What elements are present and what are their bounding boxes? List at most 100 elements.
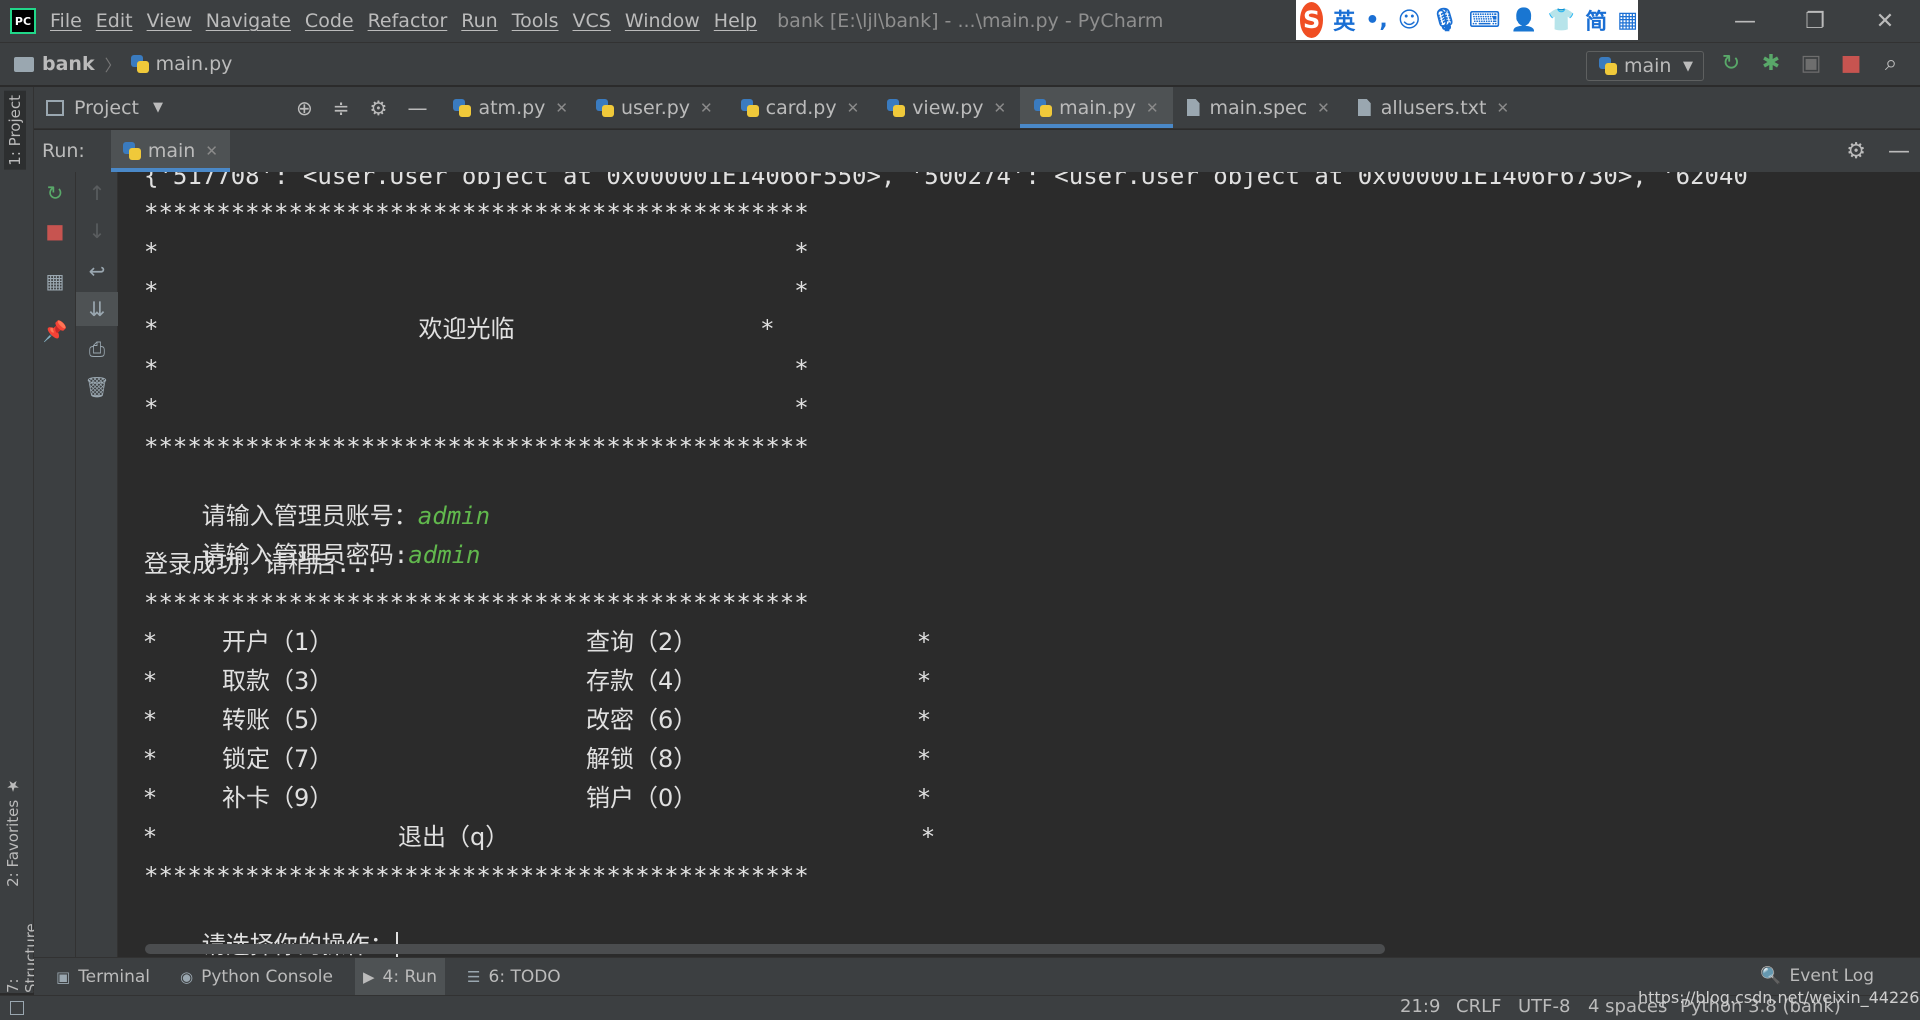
run-tab-main[interactable]: main ✕ <box>110 130 230 172</box>
python-file-icon <box>1034 98 1053 117</box>
event-log-button[interactable]: 🔍 Event Log <box>1760 966 1874 986</box>
menu-bar: File Edit View Navigate Code Refactor Ru… <box>50 10 771 32</box>
rerun-icon[interactable]: ↻ <box>1720 51 1742 76</box>
console-star-border: ****************************************… <box>144 199 809 227</box>
tab-todo[interactable]: ☰ 6: TODO <box>459 958 569 996</box>
restore-layout-icon[interactable]: ▦ <box>34 264 76 298</box>
search-icon[interactable]: ⌕ <box>1880 51 1902 76</box>
run-console[interactable]: {'517708': <user.User object at 0x000001… <box>118 172 1904 957</box>
menu-run[interactable]: Run <box>461 10 497 32</box>
menu-file[interactable]: File <box>50 10 82 32</box>
ime-punctuation-icon[interactable]: •, <box>1365 8 1387 33</box>
ime-simplified-toggle[interactable]: 简 <box>1585 4 1607 36</box>
tab-allusers-txt[interactable]: allusers.txt ✕ <box>1344 87 1523 128</box>
soft-wrap-icon[interactable]: ↩ <box>76 254 118 288</box>
close-tab-icon[interactable]: ✕ <box>700 99 713 117</box>
debug-icon[interactable]: ✱ <box>1760 51 1782 76</box>
file-encoding[interactable]: UTF-8 <box>1518 996 1570 1017</box>
close-tab-icon[interactable]: ✕ <box>1496 99 1509 117</box>
caret-position[interactable]: 21:9 <box>1400 996 1440 1017</box>
tab-card-py[interactable]: card.py ✕ <box>727 87 874 128</box>
tab-main-spec[interactable]: main.spec ✕ <box>1173 87 1344 128</box>
breadcrumb-project[interactable]: bank <box>42 53 95 75</box>
restore-button[interactable]: ❐ <box>1780 0 1850 42</box>
python-file-icon <box>1599 57 1617 75</box>
menu-code[interactable]: Code <box>305 10 354 32</box>
ime-emoji-icon[interactable]: ☺ <box>1398 8 1421 33</box>
arrow-down-icon[interactable]: ↓ <box>76 214 118 248</box>
arrow-up-icon[interactable]: ↑ <box>76 176 118 210</box>
menu-window[interactable]: Window <box>625 10 700 32</box>
close-tab-icon[interactable]: ✕ <box>555 99 568 117</box>
run-configuration-select[interactable]: main ▼ <box>1586 51 1704 81</box>
line-separator[interactable]: CRLF <box>1456 996 1501 1017</box>
menu-navigate[interactable]: Navigate <box>206 10 291 32</box>
ime-user-icon[interactable]: 👤 <box>1510 8 1537 33</box>
hide-panel-icon[interactable]: — <box>407 96 427 120</box>
ime-language-toggle[interactable]: 英 <box>1333 4 1355 36</box>
close-tab-icon[interactable]: ✕ <box>994 99 1007 117</box>
menu-refactor[interactable]: Refactor <box>368 10 448 32</box>
tab-user-py[interactable]: user.py ✕ <box>582 87 727 128</box>
console-star-border: ****************************************… <box>144 589 809 617</box>
tab-run[interactable]: ▶ 4: Run <box>354 957 446 996</box>
collapse-all-icon[interactable]: ≑ <box>333 96 350 120</box>
close-tab-icon[interactable]: ✕ <box>847 99 860 117</box>
pin-icon[interactable]: 📌 <box>34 314 76 348</box>
menu-tools[interactable]: Tools <box>512 10 559 32</box>
close-tab-icon[interactable]: ✕ <box>1317 99 1330 117</box>
scroll-to-end-icon[interactable]: ⇊ <box>76 292 118 326</box>
menu-option-unlock: 解锁（8） <box>586 745 698 773</box>
run-with-coverage-icon[interactable]: ▣ <box>1800 51 1822 76</box>
ime-keyboard-icon[interactable]: ⌨ <box>1469 8 1501 33</box>
tab-view-py[interactable]: view.py ✕ <box>873 87 1020 128</box>
ime-skin-icon[interactable]: 👕 <box>1548 8 1575 33</box>
trash-icon[interactable]: 🗑 <box>76 370 118 404</box>
rerun-icon[interactable]: ↻ <box>34 176 76 210</box>
close-button[interactable]: ✕ <box>1850 0 1920 42</box>
stop-icon[interactable]: ■ <box>1840 51 1862 76</box>
tab-atm-py[interactable]: atm.py ✕ <box>439 87 582 128</box>
print-icon[interactable]: ⎙ <box>76 332 118 366</box>
sogou-logo-icon[interactable]: S <box>1300 2 1324 38</box>
project-panel-header[interactable]: Project ▼ <box>34 87 284 128</box>
menu-help[interactable]: Help <box>714 10 757 32</box>
side-tab-project[interactable]: 1: Project <box>4 91 26 170</box>
close-tab-icon[interactable]: ✕ <box>1146 99 1159 117</box>
breadcrumb-file[interactable]: main.py <box>156 53 233 75</box>
gear-icon[interactable]: ⚙ <box>370 96 388 120</box>
hide-panel-icon[interactable]: — <box>1888 139 1910 164</box>
horizontal-scrollbar[interactable] <box>145 944 1385 954</box>
tab-run-label: 4: Run <box>382 966 438 987</box>
text-file-icon <box>1186 99 1200 116</box>
vertical-scrollbar[interactable] <box>1904 172 1920 957</box>
menu-view[interactable]: View <box>147 10 192 32</box>
side-tab-project-label: 1: Project <box>6 95 24 166</box>
tab-todo-label: 6: TODO <box>488 966 561 987</box>
ime-menu-icon[interactable]: ▦ <box>1617 8 1638 33</box>
chevron-down-icon: ▼ <box>1683 58 1693 74</box>
menu-row-star-right: * <box>918 706 930 734</box>
menu-option-query: 查询（2） <box>586 628 698 656</box>
menu-row-star-right: * <box>922 823 934 851</box>
gear-icon[interactable]: ⚙ <box>1846 139 1866 164</box>
console-edge-line: * * <box>144 394 809 422</box>
side-tab-favorites[interactable]: 2: Favorites ★ <box>4 777 22 887</box>
menu-row-star-left: * <box>144 628 156 656</box>
tab-main-py[interactable]: main.py ✕ <box>1020 87 1173 128</box>
menu-edit[interactable]: Edit <box>96 10 133 32</box>
tab-python-console[interactable]: ◉ Python Console <box>172 958 341 996</box>
toggle-tool-windows-icon[interactable] <box>10 1001 24 1015</box>
stop-icon[interactable]: ■ <box>34 214 76 248</box>
menu-vcs[interactable]: VCS <box>573 10 611 32</box>
chevron-down-icon: ▼ <box>153 100 164 115</box>
minimize-button[interactable]: — <box>1710 0 1780 42</box>
tab-terminal[interactable]: ▣ Terminal <box>48 958 158 996</box>
tab-label: main.spec <box>1209 96 1308 119</box>
tab-label: view.py <box>912 96 984 119</box>
ime-voice-icon[interactable]: 🎙 <box>1431 8 1459 33</box>
locate-file-icon[interactable]: ⊕ <box>296 96 313 120</box>
run-panel-label: Run: <box>42 140 85 162</box>
close-tab-icon[interactable]: ✕ <box>205 142 218 160</box>
python-file-icon <box>740 98 759 117</box>
